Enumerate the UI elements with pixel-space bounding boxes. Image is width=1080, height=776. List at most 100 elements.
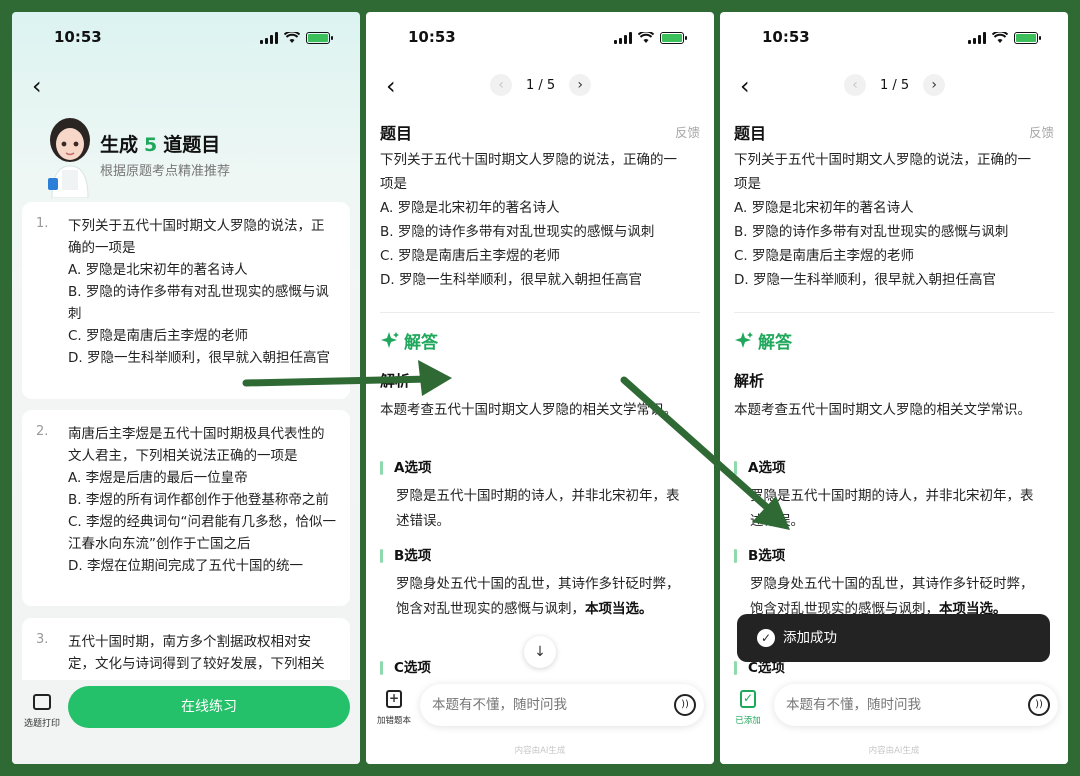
analysis-text: 本题考查五代十国时期文人罗隐的相关文学常识。 <box>734 402 1031 418</box>
ask-input[interactable] <box>774 684 1058 726</box>
wifi-icon <box>638 32 654 43</box>
print-selection-button[interactable]: 选题打印 <box>22 694 62 729</box>
online-practice-button[interactable]: 在线练习 <box>68 686 350 728</box>
question-option: C. 罗隐是南唐后主李煜的老师 <box>734 248 915 264</box>
question-option: A. 罗隐是北宋初年的著名诗人 <box>734 200 914 216</box>
next-question-button[interactable]: › <box>569 74 592 96</box>
generation-subtitle: 根据原题考点精准推荐 <box>100 164 231 179</box>
section-title: 题目 <box>380 124 413 143</box>
question-option: A. 罗隐是北宋初年的著名诗人 <box>380 200 560 216</box>
option-b-verdict: 本项当选。 <box>585 601 653 617</box>
print-label: 选题打印 <box>23 719 60 729</box>
answer-heading-label: 解答 <box>404 333 438 353</box>
voice-icon[interactable]: )) <box>674 694 696 716</box>
page-indicator: 1 / 5 <box>880 77 910 93</box>
answer-heading: 解答 <box>734 328 792 353</box>
check-clipboard-icon: ✓ <box>740 690 756 708</box>
ai-generated-note: 内容由AI生成 <box>514 746 566 756</box>
cellular-signal-icon <box>260 32 278 44</box>
question-number: 1. <box>36 216 49 231</box>
option-b-explanation: B选项 罗隐身处五代十国的乱世，其诗作多针砭时弊，饱含对乱世现实的感慨与讽刺，本… <box>380 546 690 622</box>
question-option: B. 罗隐的诗作多带有对乱世现实的感慨与讽刺 <box>734 224 1009 240</box>
divider <box>734 312 1054 313</box>
bottom-action-bar: 选题打印 在线练习 <box>12 680 360 764</box>
question-detail-screen: 10:53 ‹ ‹ 1 / 5 › 题目 反馈 下列关于五代十国时期文人罗隐的说… <box>366 12 714 764</box>
question-card[interactable]: 1. 下列关于五代十国时期文人罗隐的说法，正确的一项是 A. 罗隐是北宋初年的著… <box>22 202 350 399</box>
status-bar: 10:53 <box>720 28 1068 50</box>
analysis-text: 本题考查五代十国时期文人罗隐的相关文学常识。 <box>380 402 677 418</box>
question-pager: ‹ 1 / 5 › <box>844 74 946 96</box>
question-text: 下列关于五代十国时期文人罗隐的说法，正确的一项是 <box>734 152 1031 192</box>
status-time: 10:53 <box>408 28 456 46</box>
ask-bar: ✓ 已添加 )) 内容由AI生成 <box>720 676 1068 764</box>
status-time: 10:53 <box>762 28 810 46</box>
wifi-icon <box>992 32 1008 43</box>
check-icon: ✓ <box>757 629 775 647</box>
toast-text: 添加成功 <box>783 630 837 646</box>
add-wrong-book-button[interactable]: + 加错题本 <box>370 690 418 726</box>
question-option: B. 罗隐的诗作多带有对乱世现实的感慨与讽刺 <box>380 224 655 240</box>
title-prefix: 生成 <box>100 134 139 156</box>
question-number: 2. <box>36 424 49 439</box>
printer-icon <box>33 694 51 710</box>
wifi-icon <box>284 32 300 43</box>
option-a-explanation: A选项 罗隐是五代十国时期的诗人，并非北宋初年，表述错误。 <box>734 458 1044 534</box>
ai-generated-note: 内容由AI生成 <box>868 746 920 756</box>
question-option: C. 李煜的经典词句“问君能有几多愁，恰似一江春水向东流”创作于亡国之后 <box>68 514 337 552</box>
previous-question-button[interactable]: ‹ <box>844 74 866 96</box>
cellular-signal-icon <box>968 32 986 44</box>
option-b-label: B选项 <box>734 546 1044 566</box>
option-a-label: A选项 <box>380 458 690 478</box>
question-option: D. 罗隐一生科举顺利，很早就入朝担任高官 <box>734 272 996 288</box>
battery-icon <box>660 32 687 44</box>
answer-heading-label: 解答 <box>758 333 792 353</box>
question-option: C. 罗隐是南唐后主李煜的老师 <box>68 328 249 344</box>
battery-icon <box>1014 32 1041 44</box>
previous-question-button[interactable]: ‹ <box>490 74 512 96</box>
voice-icon[interactable]: )) <box>1028 694 1050 716</box>
battery-icon <box>306 32 333 44</box>
divider <box>380 312 700 313</box>
status-time: 10:53 <box>54 28 102 46</box>
analysis-title: 解析 <box>734 372 765 390</box>
question-text: 南唐后主李煜是五代十国时期极具代表性的文人君主，下列相关说法正确的一项是 <box>68 426 325 464</box>
scroll-down-button[interactable]: ↓ <box>524 636 556 668</box>
back-button[interactable]: ‹ <box>32 74 42 98</box>
feedback-link[interactable]: 反馈 <box>1029 122 1054 141</box>
question-text: 五代十国时期，南方多个割据政权相对安定，文化与诗词得到了较好发展，下列相关 <box>68 634 325 672</box>
sparkle-icon <box>381 331 399 348</box>
question-count: 5 <box>144 134 158 156</box>
option-b-explanation: B选项 罗隐身处五代十国的乱世，其诗作多针砭时弊，饱含对乱世现实的感慨与讽刺，本… <box>734 546 1044 622</box>
question-option: D. 罗隐一生科举顺利，很早就入朝担任高官 <box>68 350 330 366</box>
status-bar: 10:53 <box>366 28 714 50</box>
question-pager: ‹ 1 / 5 › <box>490 74 592 96</box>
status-bar: 10:53 <box>12 28 360 50</box>
question-list-screen: 10:53 ‹ 生成 5 道题目 根据原题考点精准推荐 1. 下列关于五代十国时期文… <box>12 12 360 764</box>
question-option: B. 李煜的所有词作都创作于他登基称帝之前 <box>68 492 329 508</box>
back-button[interactable]: ‹ <box>740 74 750 98</box>
question-block: 下列关于五代十国时期文人罗隐的说法，正确的一项是 A. 罗隐是北宋初年的著名诗人… <box>380 148 690 292</box>
question-option: A. 李煜是后唐的最后一位皇帝 <box>68 470 248 486</box>
question-option: B. 罗隐的诗作多带有对乱世现实的感慨与讽刺 <box>68 284 329 322</box>
sparkle-icon <box>735 331 753 348</box>
question-option: D. 罗隐一生科举顺利，很早就入朝担任高官 <box>380 272 642 288</box>
option-a-text: 罗隐是五代十国时期的诗人，并非北宋初年，表述错误。 <box>750 488 1034 529</box>
feedback-link[interactable]: 反馈 <box>675 122 700 141</box>
analysis-title: 解析 <box>380 372 411 390</box>
question-option: C. 罗隐是南唐后主李煜的老师 <box>380 248 561 264</box>
next-question-button[interactable]: › <box>923 74 946 96</box>
question-text: 下列关于五代十国时期文人罗隐的说法，正确的一项是 <box>380 152 677 192</box>
added-to-wrong-book-button[interactable]: ✓ 已添加 <box>724 690 772 726</box>
question-number: 3. <box>36 632 49 647</box>
question-text: 下列关于五代十国时期文人罗隐的说法，正确的一项是 <box>68 218 325 256</box>
answer-heading: 解答 <box>380 328 438 353</box>
back-button[interactable]: ‹ <box>386 74 396 98</box>
generation-title: 生成 5 道题目 <box>100 130 220 157</box>
add-wrong-book-label: 加错题本 <box>376 716 411 726</box>
ask-bar: + 加错题本 )) 内容由AI生成 <box>366 676 714 764</box>
ask-input[interactable] <box>420 684 704 726</box>
option-b-label: B选项 <box>380 546 690 566</box>
question-card[interactable]: 2. 南唐后主李煜是五代十国时期极具代表性的文人君主，下列相关说法正确的一项是 … <box>22 410 350 606</box>
page-indicator: 1 / 5 <box>526 77 556 93</box>
added-label: 已添加 <box>735 716 761 726</box>
